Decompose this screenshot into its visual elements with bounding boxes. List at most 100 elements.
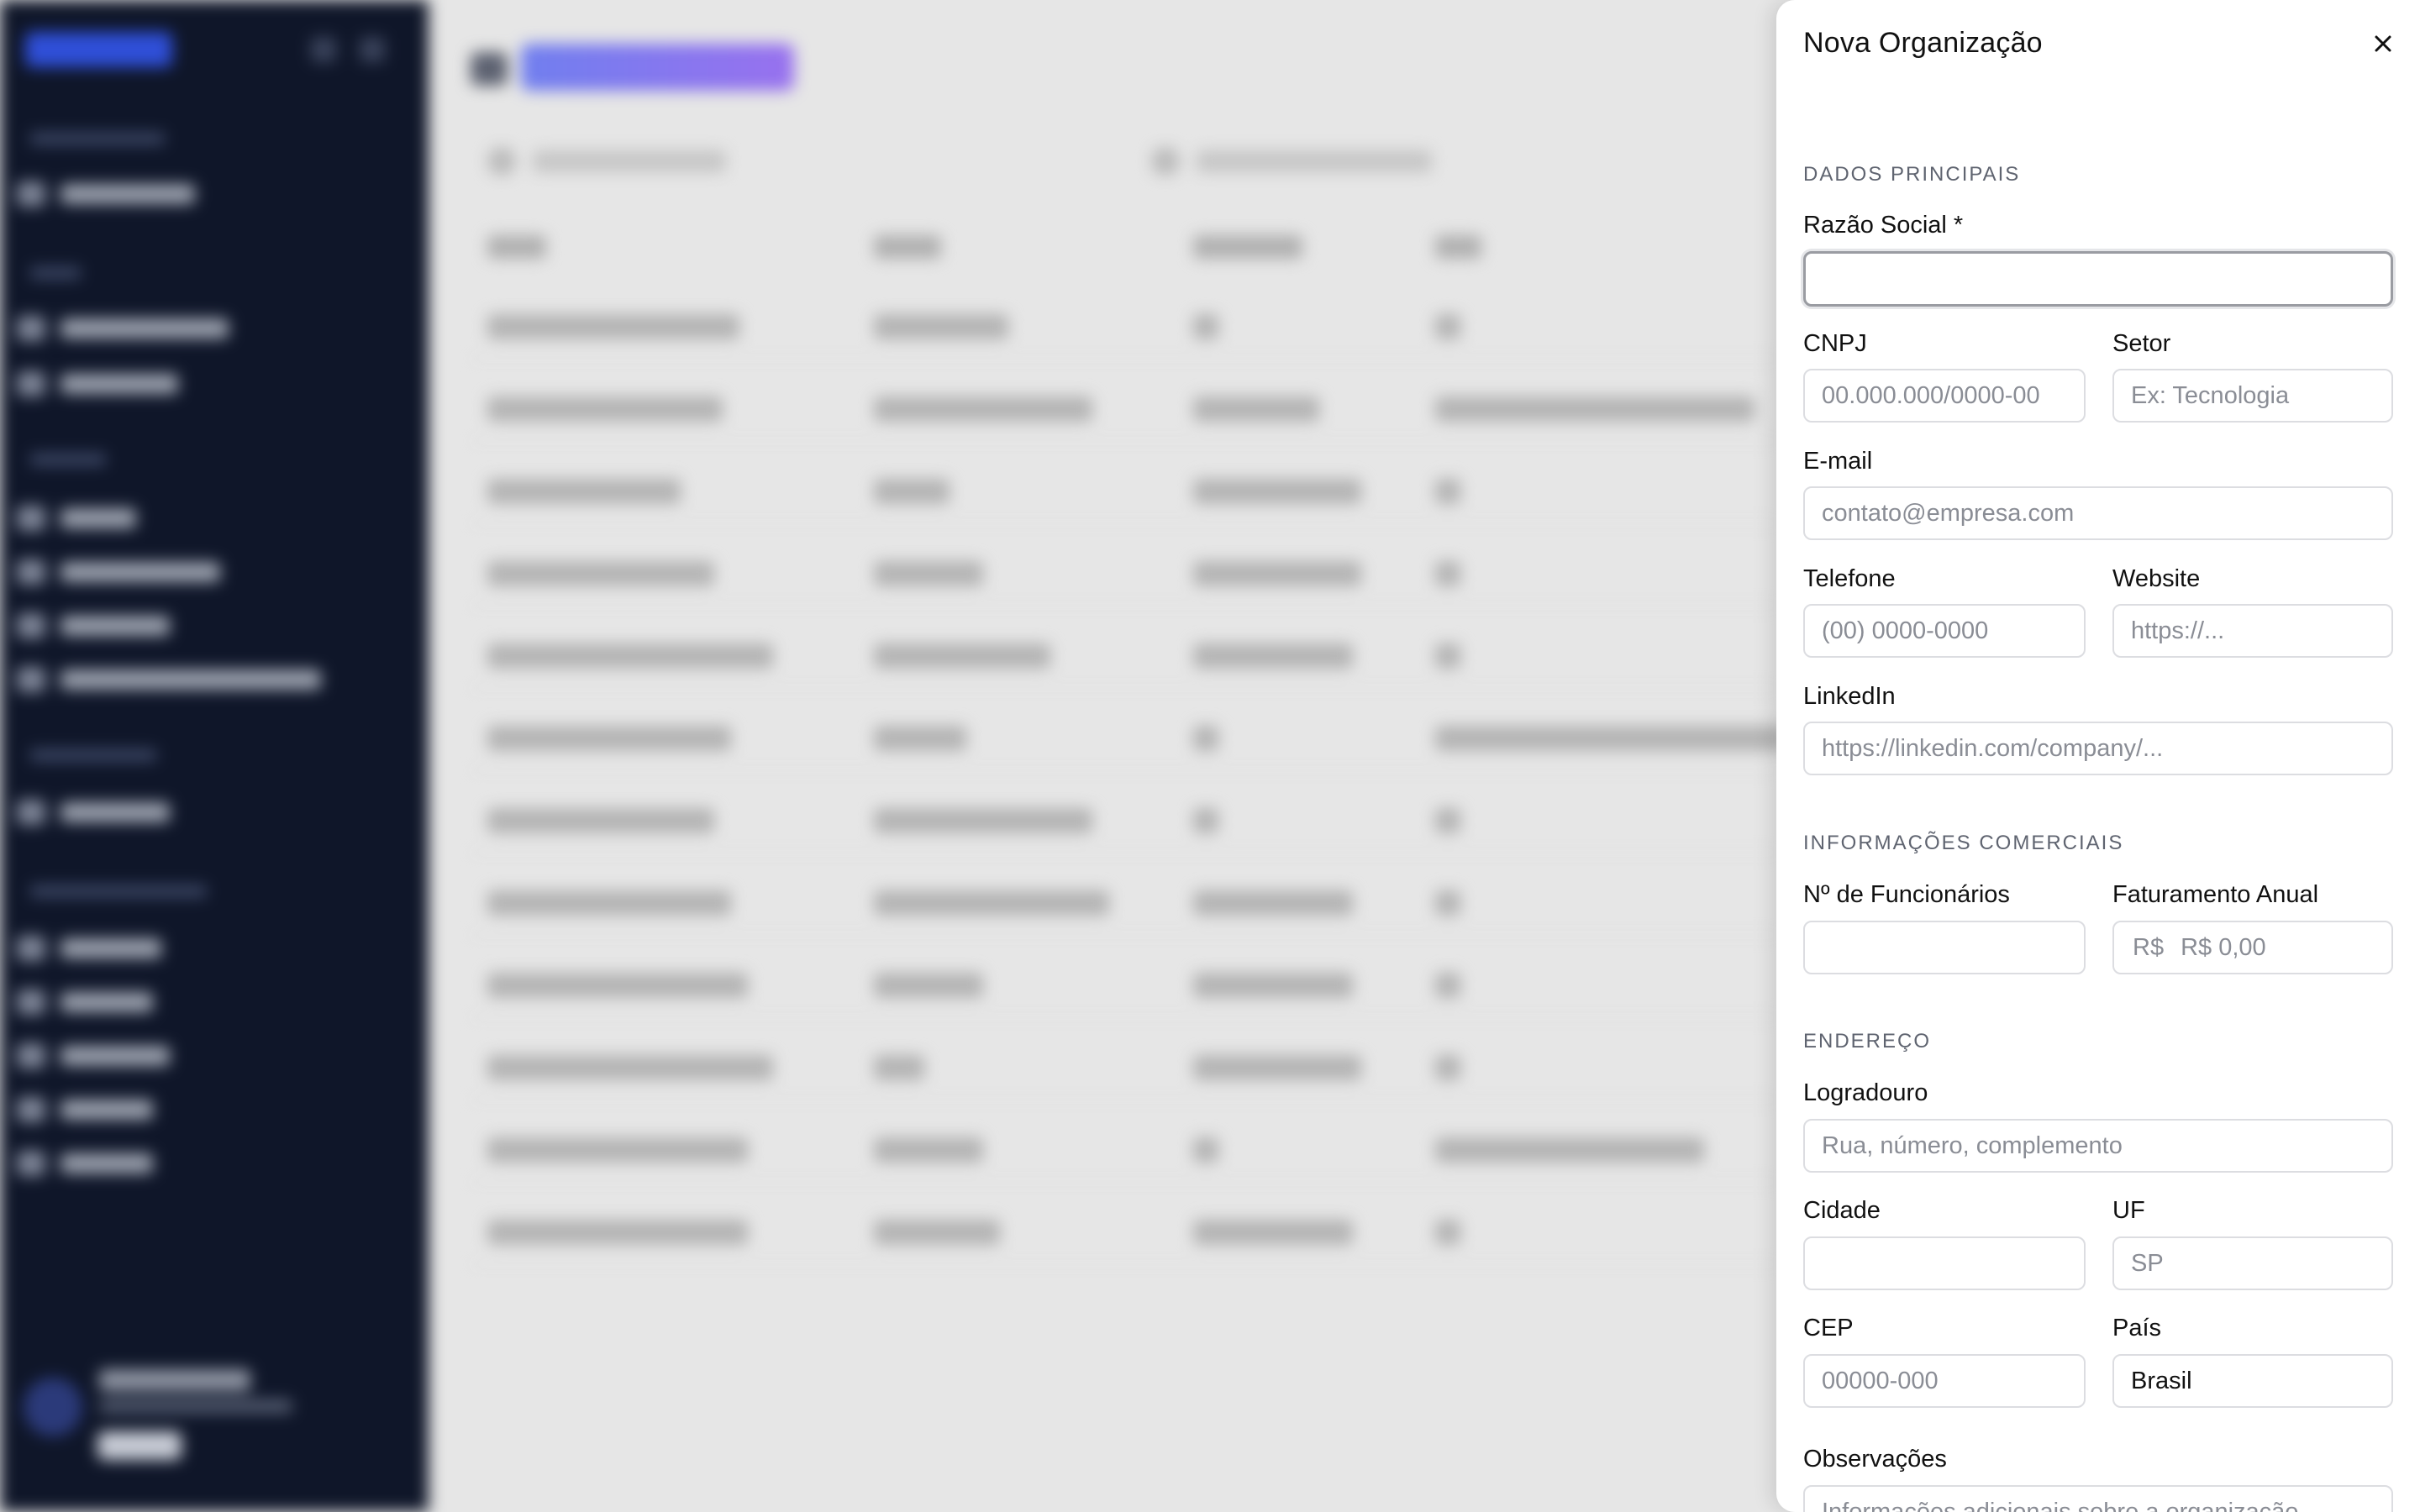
table-row-divider [471,440,1781,442]
logradouro-input[interactable] [1803,1119,2393,1173]
table-row-divider [471,358,1781,360]
razao-social-label: Razão Social * [1803,212,1964,239]
table-cell [1193,973,1353,998]
sidebar-item [17,612,170,640]
table-cell [487,890,731,916]
table-cell [1435,643,1460,669]
search-filter [487,141,726,181]
table-cell [1193,726,1218,751]
table-row-divider [471,687,1781,689]
sidebar-user-card [24,1361,301,1460]
cep-input[interactable] [1803,1354,2086,1408]
telefone-input[interactable] [1803,604,2086,658]
table-cell [874,396,1092,422]
table-cell [1193,314,1218,339]
table-cell [487,1055,773,1080]
table-cell [874,726,966,751]
close-button[interactable] [2365,25,2402,62]
table-cell [1435,1137,1704,1163]
table-cell [874,1055,924,1080]
sidebar-section-heading [30,454,106,465]
email-label: E-mail [1803,448,1873,475]
table-header [1193,235,1302,259]
observacoes-textarea[interactable] [1803,1485,2393,1512]
cidade-label: Cidade [1803,1197,1881,1224]
sidebar-item [17,988,153,1016]
close-icon [2375,35,2391,52]
setor-label: Setor [2112,330,2171,357]
funcionarios-input[interactable] [1803,921,2086,974]
sidebar-item [17,934,161,963]
table-cell [1193,396,1319,422]
table-row-divider [471,605,1781,606]
section-main-data: DADOS PRINCIPAIS [1803,163,2021,186]
table-cell [487,808,714,833]
table-header [1435,235,1481,259]
sidebar-item [17,314,229,343]
new-organization-drawer: Nova Organização DADOS PRINCIPAIS Razão … [1776,0,2420,1512]
table-cell [487,1220,748,1245]
sidebar-item [17,1149,153,1178]
logradouro-label: Logradouro [1803,1079,1928,1106]
table-cell [1193,643,1353,669]
table-cell [1435,808,1460,833]
section-commercial-info: INFORMAÇÕES COMERCIAIS [1803,832,2124,854]
table-cell [874,561,983,586]
drawer-title: Nova Organização [1803,27,2043,59]
table-cell [1193,561,1361,586]
table-cell [1193,808,1218,833]
website-input[interactable] [2112,604,2393,658]
sidebar-item [17,370,178,398]
table-cell [487,643,773,669]
table-cell [1193,1055,1361,1080]
faturamento-label: Faturamento Anual [2112,881,2319,908]
setor-input[interactable] [2112,369,2393,423]
sidebar-item [17,665,321,694]
table-row-divider [471,934,1781,936]
pais-label: País [2112,1315,2162,1341]
sidebar-item [17,558,220,586]
email-input[interactable] [1803,486,2393,540]
funcionarios-label: Nº de Funcionários [1803,881,2010,908]
cnpj-input[interactable] [1803,369,2086,423]
table-cell [487,314,739,339]
table-cell [487,973,748,998]
observacoes-label: Observações [1803,1446,1947,1473]
table-cell [1193,479,1361,504]
razao-social-input[interactable] [1803,251,2393,307]
website-label: Website [2112,565,2201,592]
table-row-divider [471,1099,1781,1100]
uf-input[interactable] [2112,1236,2393,1290]
table-row-divider [471,852,1781,853]
pais-input[interactable] [2112,1354,2393,1408]
sidebar-item [17,1042,170,1070]
linkedin-input[interactable] [1803,722,2393,775]
table-row-divider [471,522,1781,524]
app-logo [25,32,172,67]
table-cell [487,561,714,586]
sidebar-item [17,1095,153,1124]
sidebar-section-heading [30,267,81,279]
table-cell [1435,396,1754,422]
table-cell [1435,1220,1460,1245]
table-cell [487,726,731,751]
table-cell [1435,973,1460,998]
sidebar-section-heading [30,749,156,761]
table-cell [1435,314,1460,339]
table-header [874,235,941,259]
cidade-input[interactable] [1803,1236,2086,1290]
table-cell [1193,890,1353,916]
sidebar-section-heading [30,133,165,144]
table-cell [874,1137,983,1163]
faturamento-input[interactable] [2181,933,2383,962]
table-cell [874,643,1050,669]
table-cell [487,396,723,422]
sidebar-toggle-icon [311,37,336,62]
sidebar-collapse-icon [360,37,385,62]
avatar [24,1378,82,1436]
table-cell [874,1220,1000,1245]
table-row-divider [471,1263,1781,1265]
table-cell [1435,726,1788,751]
linkedin-label: LinkedIn [1803,683,1896,710]
table-cell [874,808,1092,833]
